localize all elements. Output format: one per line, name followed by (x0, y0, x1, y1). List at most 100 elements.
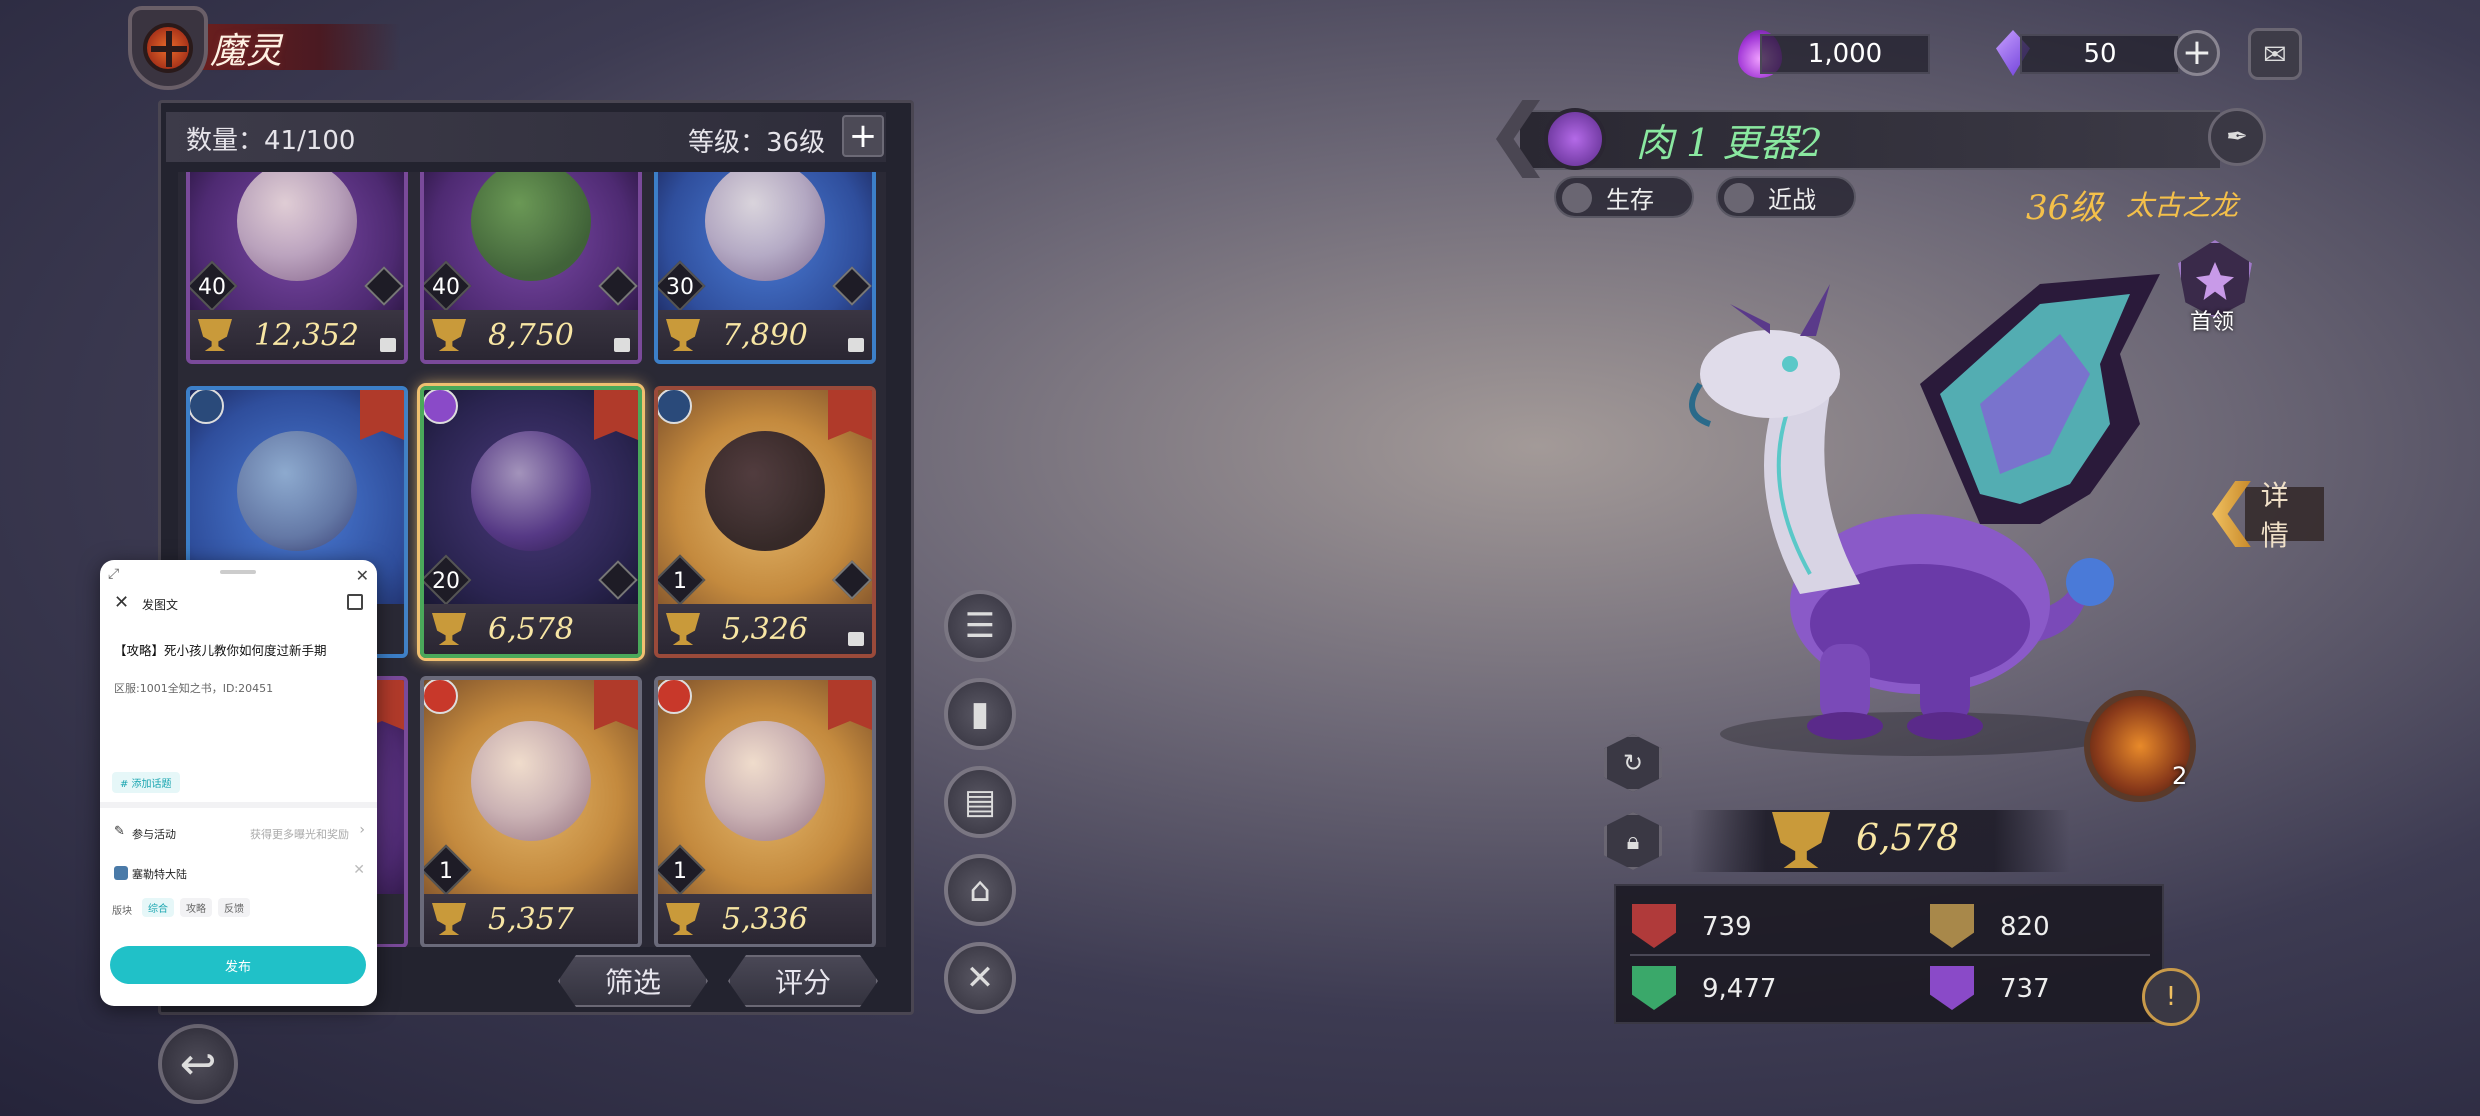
hero-card[interactable]: 1 5,357 (420, 676, 642, 947)
trophy-icon (666, 613, 700, 645)
messages-button[interactable]: ✉ (2248, 28, 2302, 80)
altar-icon: ⌂ (969, 870, 991, 910)
message-icon: ✉ (2263, 37, 2287, 71)
chevron-right-icon[interactable]: › (359, 822, 365, 838)
lock-icon (614, 338, 630, 352)
back-button[interactable]: ↩ (158, 1024, 238, 1104)
trophy-icon (666, 319, 700, 351)
lock-icon (848, 632, 864, 646)
book-icon: ▤ (963, 782, 997, 822)
hero-card-power: 8,750 (488, 317, 574, 353)
chip-feedback[interactable]: 反馈 (218, 898, 250, 917)
details-button[interactable]: 详情 (2212, 478, 2324, 552)
megaphone-icon: ✎ (114, 824, 125, 839)
chat-bubble-icon: ☰ (964, 606, 996, 646)
hero-level: 36级 (2026, 188, 2104, 228)
page-title: 魔灵 (210, 31, 283, 72)
add-topic-button[interactable]: # 添加话题 (112, 772, 180, 793)
hero-card-selected[interactable]: 20 6,578 (420, 386, 642, 658)
hero-card-power: 6,578 (488, 611, 574, 647)
hero-card[interactable]: 1 5,326 (654, 386, 876, 658)
crossed-swords-icon: ✕ (965, 958, 995, 998)
post-title-input[interactable]: 【攻略】死小孩儿教你如何度过新手期 (114, 640, 327, 659)
hero-card-power: 5,357 (488, 901, 574, 937)
stats-info-button[interactable]: ! (2142, 968, 2200, 1026)
role-tag-label: 近战 (1768, 185, 1816, 214)
title-emblem-icon (128, 6, 208, 90)
soul-element-icon (1544, 108, 1606, 170)
divider (100, 802, 377, 808)
event-hint: 获得更多曝光和奖励 (250, 828, 349, 841)
hero-card-power: 12,352 (254, 317, 359, 353)
plus-icon: + (2181, 32, 2213, 73)
hero-card-level: 1 (673, 859, 687, 884)
stat-hp: 9,477 (1702, 974, 1777, 1004)
hero-card-level: 20 (432, 569, 460, 594)
trophy-icon (432, 903, 466, 935)
stat-magic: 737 (2000, 974, 2050, 1004)
expand-roster-button[interactable]: + (842, 115, 884, 157)
trophy-icon (432, 319, 466, 351)
comments-button[interactable]: ☰ (944, 590, 1016, 662)
back-arrow-icon: ↩ (179, 1038, 217, 1090)
hero-class: 太古之龙 (2126, 189, 2239, 222)
hero-card[interactable]: 30 7,890 (654, 172, 876, 364)
rename-button[interactable]: ✒ (2208, 108, 2266, 166)
summon-button[interactable]: ⌂ (944, 854, 1016, 926)
expand-icon[interactable]: ⤢ (108, 566, 119, 582)
gem-currency-value: 50 (2020, 34, 2180, 74)
hero-card-level: 1 (439, 859, 453, 884)
player-level: 等级：36级 (688, 128, 826, 158)
hero-card-level: 30 (666, 275, 694, 300)
hero-portrait (1689, 274, 2160, 756)
close-icon[interactable]: ✕ (356, 566, 369, 585)
game-label: 塞勒特大陆 (132, 868, 187, 881)
leader-label: 首领 (2190, 310, 2235, 335)
hero-card-level: 40 (198, 275, 226, 300)
trophy-icon (198, 319, 232, 351)
hero-card-level: 1 (673, 569, 687, 594)
event-label[interactable]: 参与活动 (132, 826, 176, 842)
hero-card[interactable]: 1 5,336 (654, 676, 876, 947)
filter-button[interactable]: 筛选 (558, 955, 708, 1007)
score-button[interactable]: 评分 (728, 955, 878, 1007)
composer-title: 发图文 (142, 598, 179, 612)
info-icon: ! (2165, 982, 2177, 1012)
hero-power: 6,578 (1856, 818, 1960, 859)
refresh-icon: ↻ (1622, 749, 1644, 777)
battle-button[interactable]: ✕ (944, 942, 1016, 1014)
remove-game-icon[interactable]: ✕ (353, 862, 365, 878)
frost-element-icon (658, 390, 692, 424)
hero-card-level: 40 (432, 275, 460, 300)
lock-button[interactable]: 🔒︎ (1604, 812, 1662, 870)
lock-icon: 🔒︎ (1626, 827, 1640, 855)
drag-handle[interactable] (220, 570, 256, 574)
ranking-button[interactable]: ▮ (944, 678, 1016, 750)
post-body-input[interactable]: 区服:1001全知之书，ID:20451 (114, 680, 273, 696)
soul-currency-value: 1,000 (1760, 34, 1930, 74)
hero-card-power: 5,326 (722, 611, 808, 647)
roster-count: 数量：41/100 (186, 126, 356, 156)
chip-general[interactable]: 综合 (142, 898, 174, 917)
details-label: 详情 (2244, 479, 2324, 552)
quill-icon: ✒ (2226, 122, 2248, 152)
publish-button[interactable]: 发布 (110, 946, 366, 984)
hero-card-power: 7,890 (722, 317, 808, 353)
fire-element-icon (658, 680, 692, 714)
trophy-icon (666, 903, 700, 935)
trophy-icon (432, 613, 466, 645)
chip-guide[interactable]: 攻略 (180, 898, 212, 917)
stat-attack: 739 (1702, 912, 1752, 942)
cancel-icon[interactable]: ✕ (114, 592, 129, 613)
post-composer-panel: ⤢ ✕ ✕ 发图文 【攻略】死小孩儿教你如何度过新手期 区服:1001全知之书，… (100, 560, 377, 1006)
drafts-icon[interactable] (347, 594, 363, 610)
bar-chart-icon: ▮ (970, 694, 990, 734)
hero-name: 肉 1 更器2 (1636, 121, 1823, 165)
codex-button[interactable]: ▤ (944, 766, 1016, 838)
lock-icon (380, 338, 396, 352)
add-gems-button[interactable]: + (2174, 30, 2220, 76)
hero-card[interactable]: 40 12,352 (186, 172, 408, 364)
game-icon (114, 866, 128, 880)
hero-card[interactable]: 40 8,750 (420, 172, 642, 364)
section-label: 版块 (112, 906, 132, 917)
